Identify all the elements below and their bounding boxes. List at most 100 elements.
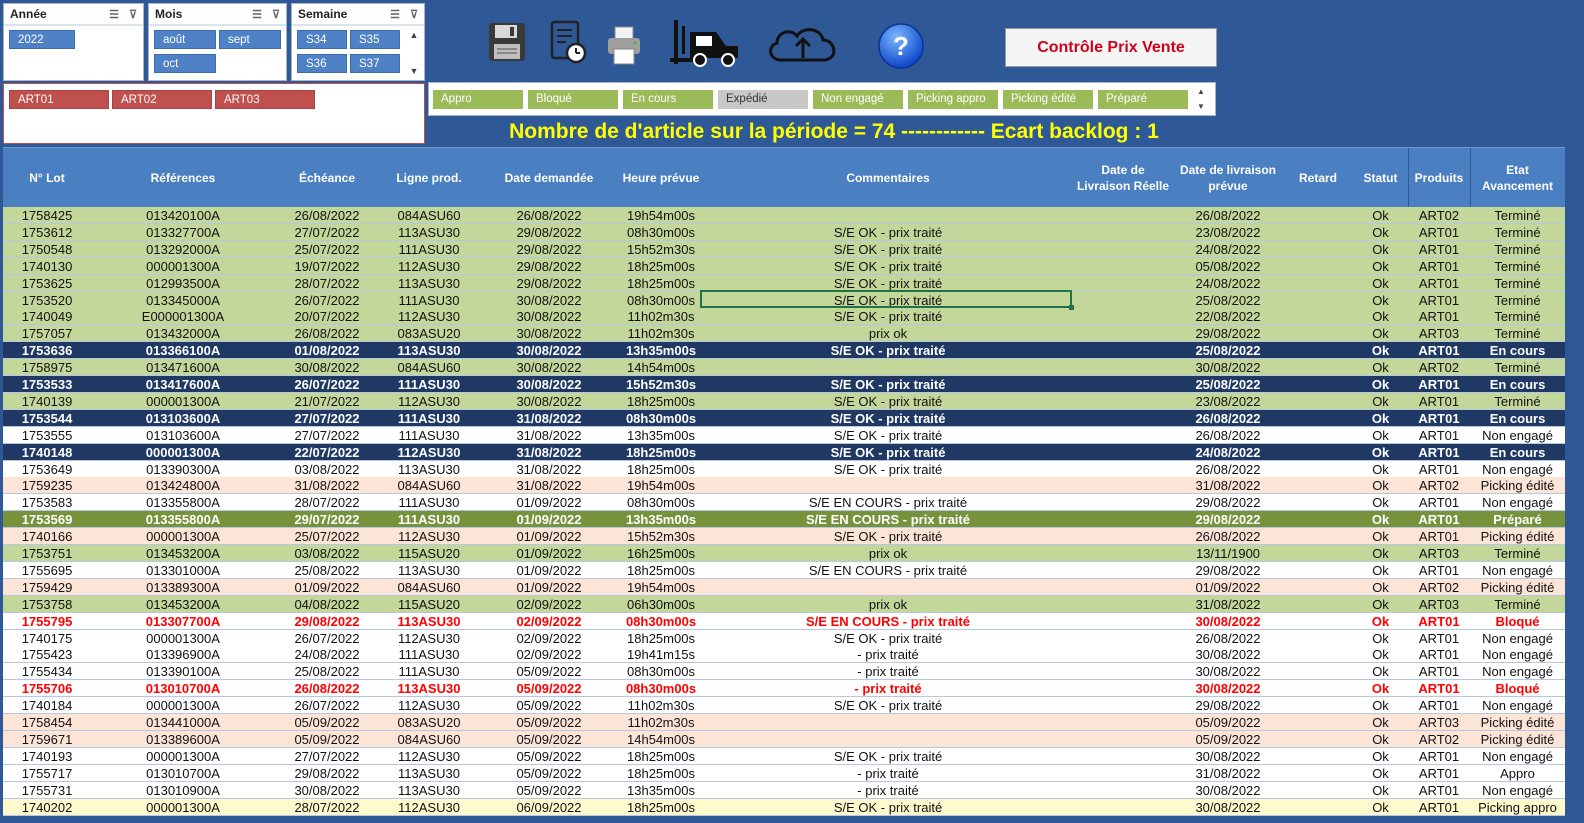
table-row[interactable]: 1740139 000001300A 21/07/2022 112ASU30 30/08… [3,392,1565,410]
cell-retard[interactable] [1283,292,1353,308]
cell-echeance[interactable]: 26/07/2022 [275,292,379,308]
cell-commentaire[interactable]: S/E OK - prix traité [703,410,1073,426]
cell-date-livraison-reelle[interactable] [1073,731,1173,747]
cell-echeance[interactable]: 30/08/2022 [275,359,379,375]
cell-no-lot[interactable]: 1755731 [3,782,91,798]
multi-select-icon[interactable]: ☰ [109,8,119,21]
cell-echeance[interactable]: 27/07/2022 [275,748,379,764]
cell-date-demandee[interactable]: 30/08/2022 [479,325,619,341]
cell-date-demandee[interactable]: 05/09/2022 [479,782,619,798]
cell-echeance[interactable]: 01/09/2022 [275,579,379,595]
cell-no-lot[interactable]: 1753544 [3,410,91,426]
cell-retard[interactable] [1283,714,1353,730]
cell-etat-avancement[interactable]: Terminé [1470,308,1565,324]
cell-heure-prevue[interactable]: 11h02m30s [619,714,703,730]
slicer-item[interactable]: sept [219,30,281,49]
multi-select-icon[interactable]: ☰ [390,8,400,21]
cell-date-demandee[interactable]: 01/09/2022 [479,511,619,527]
header-etat-avancement[interactable]: Etat Avancement [1470,148,1565,208]
cell-date-livraison-prevue[interactable]: 30/08/2022 [1173,782,1283,798]
cell-etat-avancement[interactable]: Terminé [1470,545,1565,561]
cell-date-demandee[interactable]: 02/09/2022 [479,646,619,662]
cell-reference[interactable]: 013420100A [91,207,275,223]
cell-date-livraison-reelle[interactable] [1073,376,1173,392]
cell-date-livraison-reelle[interactable] [1073,714,1173,730]
cell-echeance[interactable]: 25/08/2022 [275,663,379,679]
cell-etat-avancement[interactable]: Non engagé [1470,663,1565,679]
cell-produit[interactable]: ART01 [1408,427,1470,443]
cell-commentaire[interactable]: S/E OK - prix traité [703,342,1073,358]
cell-retard[interactable] [1283,511,1353,527]
header-references[interactable]: Références [91,148,275,208]
cell-date-demandee[interactable]: 01/09/2022 [479,545,619,561]
cell-produit[interactable]: ART02 [1408,731,1470,747]
cell-statut[interactable]: Ok [1353,714,1408,730]
table-row[interactable]: 1740148 000001300A 22/07/2022 112ASU30 31/08… [3,443,1565,461]
cell-commentaire[interactable] [703,207,1073,223]
cell-statut[interactable]: Ok [1353,224,1408,240]
cell-echeance[interactable]: 19/07/2022 [275,258,379,274]
cell-statut[interactable]: Ok [1353,427,1408,443]
cell-statut[interactable]: Ok [1353,359,1408,375]
cell-no-lot[interactable]: 1753569 [3,511,91,527]
cell-produit[interactable]: ART01 [1408,748,1470,764]
table-row[interactable]: 1755706 013010700A 26/08/2022 113ASU30 05/09… [3,680,1565,698]
cell-date-livraison-reelle[interactable] [1073,241,1173,257]
table-row[interactable]: 1753612 013327700A 27/07/2022 113ASU30 29/08… [3,223,1565,241]
cell-echeance[interactable]: 26/08/2022 [275,325,379,341]
cell-date-livraison-reelle[interactable] [1073,596,1173,612]
cell-echeance[interactable]: 27/07/2022 [275,427,379,443]
cell-produit[interactable]: ART01 [1408,562,1470,578]
cell-echeance[interactable]: 25/07/2022 [275,528,379,544]
table-row[interactable]: 1759235 013424800A 31/08/2022 084ASU60 31/08… [3,477,1565,495]
header-ligne-prod[interactable]: Ligne prod. [379,148,479,208]
cell-heure-prevue[interactable]: 15h52m30s [619,241,703,257]
cell-statut[interactable]: Ok [1353,579,1408,595]
chevron-down-icon[interactable]: ▼ [410,66,419,76]
cell-produit[interactable]: ART03 [1408,714,1470,730]
status-filter-item[interactable]: Bloqué [528,90,618,109]
cell-date-demandee[interactable]: 29/08/2022 [479,241,619,257]
cell-ligne-prod[interactable]: 115ASU20 [379,545,479,561]
cell-reference[interactable]: 013424800A [91,477,275,493]
cell-no-lot[interactable]: 1755795 [3,613,91,629]
cell-retard[interactable] [1283,342,1353,358]
cell-heure-prevue[interactable]: 11h02m30s [619,325,703,341]
cell-etat-avancement[interactable]: Terminé [1470,275,1565,291]
table-row[interactable]: 1757057 013432000A 26/08/2022 083ASU20 30/08… [3,325,1565,343]
cell-date-livraison-prevue[interactable]: 25/08/2022 [1173,342,1283,358]
cell-produit[interactable]: ART01 [1408,342,1470,358]
cell-retard[interactable] [1283,494,1353,510]
table-row[interactable]: 1753555 013103600A 27/07/2022 111ASU30 31/08… [3,426,1565,444]
slicer-item[interactable]: S37 [350,54,400,73]
cell-commentaire[interactable]: prix ok [703,596,1073,612]
table-row[interactable]: 1750548 013292000A 25/07/2022 111ASU30 29/08… [3,240,1565,258]
cell-heure-prevue[interactable]: 08h30m00s [619,224,703,240]
cell-date-livraison-reelle[interactable] [1073,680,1173,696]
cell-ligne-prod[interactable]: 113ASU30 [379,765,479,781]
cell-reference[interactable]: 013307700A [91,613,275,629]
cell-etat-avancement[interactable]: Non engagé [1470,697,1565,713]
cell-etat-avancement[interactable]: Terminé [1470,596,1565,612]
cell-retard[interactable] [1283,427,1353,443]
cell-date-livraison-prevue[interactable]: 25/08/2022 [1173,376,1283,392]
cell-reference[interactable]: 000001300A [91,697,275,713]
cell-date-demandee[interactable]: 01/09/2022 [479,562,619,578]
cell-commentaire[interactable]: S/E EN COURS - prix traité [703,511,1073,527]
cell-no-lot[interactable]: 1740049 [3,308,91,324]
slicer-item[interactable]: août [154,30,216,49]
cell-heure-prevue[interactable]: 08h30m00s [619,410,703,426]
cell-produit[interactable]: ART01 [1408,613,1470,629]
cell-reference[interactable]: 013432000A [91,325,275,341]
cell-etat-avancement[interactable]: Non engagé [1470,562,1565,578]
cell-ligne-prod[interactable]: 113ASU30 [379,782,479,798]
cell-etat-avancement[interactable]: Bloqué [1470,613,1565,629]
cell-produit[interactable]: ART01 [1408,393,1470,409]
cell-date-livraison-reelle[interactable] [1073,292,1173,308]
cell-date-livraison-prevue[interactable]: 24/08/2022 [1173,241,1283,257]
table-row[interactable]: 1759671 013389600A 05/09/2022 084ASU60 05/09… [3,730,1565,748]
cell-statut[interactable]: Ok [1353,444,1408,460]
cell-echeance[interactable]: 03/08/2022 [275,545,379,561]
cell-etat-avancement[interactable]: Appro [1470,765,1565,781]
cell-heure-prevue[interactable]: 19h54m00s [619,207,703,223]
